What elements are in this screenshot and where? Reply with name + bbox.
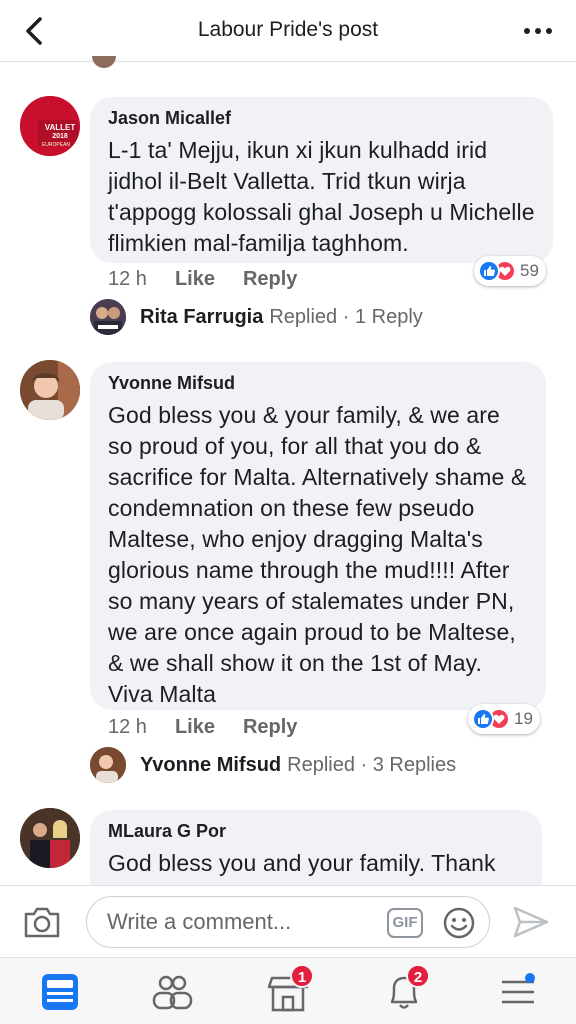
svg-text:EUROPEAN: EUROPEAN: [42, 142, 70, 148]
reply-button[interactable]: Reply: [243, 716, 297, 739]
post-header: Labour Pride's post: [0, 0, 576, 62]
dot-icon: [524, 28, 530, 34]
avatar: [90, 747, 126, 783]
comment-actions: 12 h Like Reply: [108, 268, 297, 291]
tab-friends[interactable]: [148, 970, 196, 1014]
replier-name: Rita Farrugia: [140, 305, 264, 328]
reply-count: Replied · 1 Reply: [269, 305, 423, 328]
replies-link[interactable]: Rita Farrugia Replied · 1 Reply: [90, 299, 423, 335]
comment-bubble: Yvonne Mifsud God bless you & your famil…: [90, 362, 546, 710]
camera-button[interactable]: [22, 904, 62, 940]
avatar: [90, 299, 126, 335]
comment-text: God bless you and your family. Thank: [108, 850, 496, 876]
comment-bubble: Jason Micallef L-1 ta' Mejju, ikun xi jk…: [90, 97, 553, 263]
replier-name: Yvonne Mifsud: [140, 753, 282, 776]
like-reaction-icon: [478, 260, 500, 282]
reaction-summary[interactable]: 59: [474, 256, 546, 286]
like-reaction-icon: [472, 708, 494, 730]
comment-input-placeholder: Write a comment...: [107, 909, 292, 934]
dot-icon: [546, 28, 552, 34]
profile-photo: [20, 360, 80, 420]
comment-author[interactable]: Jason Micallef: [108, 107, 535, 129]
notifications-badge: 2: [406, 964, 430, 988]
reply-count: Replied · 3 Replies: [287, 753, 457, 776]
tab-notifications[interactable]: 2: [380, 964, 430, 1014]
tab-news-feed[interactable]: [36, 970, 84, 1014]
avatar[interactable]: [20, 360, 80, 420]
comment-actions: 12 h Like Reply: [108, 716, 297, 739]
svg-text:VALLET: VALLET: [45, 123, 76, 132]
send-arrow-icon: [513, 906, 549, 938]
svg-text:2018: 2018: [52, 133, 68, 140]
menu-icon: [502, 973, 535, 1004]
comment-time: 12 h: [108, 716, 147, 738]
comment-author[interactable]: Yvonne Mifsud: [108, 372, 528, 394]
profile-photo: [20, 808, 80, 868]
comment-text: God bless you & your family, & we are so…: [108, 402, 527, 707]
dot-icon: [535, 28, 541, 34]
bottom-tab-bar: 1 2: [0, 957, 576, 1024]
comment-text: L-1 ta' Mejju, ikun xi jkun kulhadd irid…: [108, 137, 535, 256]
like-button[interactable]: Like: [175, 716, 215, 739]
camera-icon: [24, 907, 60, 938]
reaction-count: 59: [520, 261, 539, 280]
send-button[interactable]: [512, 904, 550, 940]
news-feed-icon: [42, 974, 78, 1010]
gif-button[interactable]: GIF: [387, 908, 423, 938]
comment-author[interactable]: MLaura G Por: [108, 820, 524, 842]
like-button[interactable]: Like: [175, 268, 215, 291]
marketplace-badge: 1: [290, 964, 314, 988]
more-options-button[interactable]: [518, 18, 558, 44]
replies-link[interactable]: Yvonne Mifsud Replied · 3 Replies: [90, 747, 456, 783]
tab-menu[interactable]: [494, 970, 542, 1014]
page-title: Labour Pride's post: [197, 18, 379, 41]
avatar[interactable]: VALLET 2018 EUROPEAN: [20, 96, 80, 156]
smiley-icon: [443, 907, 475, 939]
comment-input[interactable]: Write a comment... GIF: [86, 896, 490, 948]
avatar[interactable]: [20, 808, 80, 868]
tab-marketplace[interactable]: 1: [264, 964, 314, 1014]
comment-time: 12 h: [108, 268, 147, 290]
reaction-summary[interactable]: 19: [468, 704, 540, 734]
previous-avatar-peek: [92, 56, 116, 68]
valletta-2018-avatar-image: VALLET 2018 EUROPEAN: [20, 96, 80, 156]
friends-icon: [152, 975, 193, 1010]
emoji-button[interactable]: [441, 905, 477, 941]
reply-button[interactable]: Reply: [243, 268, 297, 291]
comment-composer: Write a comment... GIF: [0, 885, 576, 957]
reaction-count: 19: [514, 709, 533, 728]
